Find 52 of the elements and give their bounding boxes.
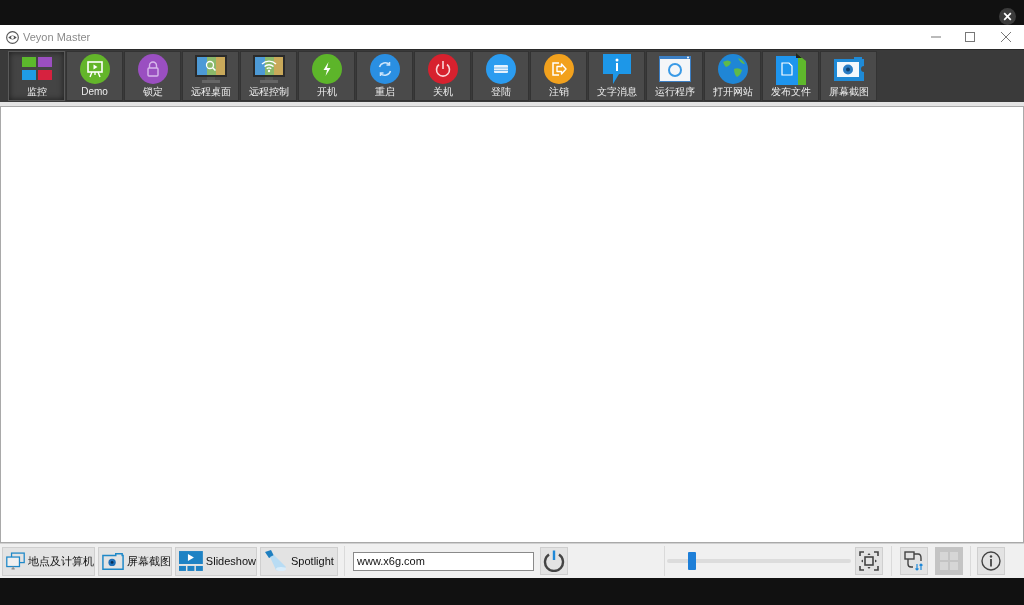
eye-camera-icon <box>102 551 124 571</box>
toolbar-button[interactable]: 关机 <box>414 51 471 101</box>
card-icon <box>485 54 516 84</box>
toolbar-button[interactable]: 屏幕截图 <box>820 51 877 101</box>
view-tool-button[interactable] <box>855 547 883 575</box>
globe-icon <box>717 54 748 84</box>
info-icon <box>981 551 1001 571</box>
power-icon <box>543 550 565 572</box>
filter-field[interactable]: www.x6g.com <box>353 551 534 571</box>
maximize-icon[interactable] <box>965 32 975 42</box>
toolbar-button[interactable]: 开机 <box>298 51 355 101</box>
toolbar-button[interactable]: 打开网站 <box>704 51 761 101</box>
window-title: Veyon Master <box>23 31 91 43</box>
arrange-icon <box>904 551 924 571</box>
toolbar-button[interactable]: 远程控制 <box>240 51 297 101</box>
monitor-wifi-icon <box>252 55 285 83</box>
toolbar-button[interactable]: 运行程序 <box>646 51 703 101</box>
toolbar-button[interactable]: 远程桌面 <box>182 51 239 101</box>
panel-button[interactable]: 地点及计算机 <box>2 546 95 576</box>
close-icon[interactable] <box>999 8 1016 25</box>
view-tool-button[interactable] <box>900 547 928 575</box>
toolbar-button[interactable]: 发布文件 <box>762 51 819 101</box>
lightning-icon <box>311 54 342 84</box>
zoom-slider[interactable] <box>667 552 851 570</box>
lock-icon <box>137 54 168 84</box>
refresh-icon <box>369 54 400 84</box>
panel-button[interactable]: Spotlight <box>260 546 338 576</box>
info-bubble-icon <box>602 54 631 84</box>
presentation-icon <box>79 54 110 84</box>
toolbar-button[interactable]: 监控 <box>8 51 65 101</box>
toolbar-button[interactable]: 登陆 <box>472 51 529 101</box>
toolbar-button[interactable]: Demo <box>66 51 123 101</box>
panel-button[interactable]: 屏幕截图 <box>98 546 172 576</box>
toolbar-button[interactable]: 锁定 <box>124 51 181 101</box>
toolbar-button[interactable]: 注销 <box>530 51 587 101</box>
fit-frame-icon <box>859 551 879 571</box>
power-icon <box>427 54 458 84</box>
monitor-magnifier-icon <box>194 55 227 83</box>
spotlight-icon <box>264 550 288 572</box>
toolbar-button[interactable]: 重启 <box>356 51 413 101</box>
power-filter-button[interactable] <box>540 547 568 575</box>
panel-button[interactable]: Slideshow <box>175 546 257 576</box>
eye-logo-icon <box>6 30 19 44</box>
document-icon <box>775 53 806 85</box>
window-ring-icon <box>658 56 691 82</box>
about-button[interactable] <box>977 547 1005 575</box>
four-tiles-icon <box>21 57 52 81</box>
slideshow-icon <box>179 551 203 571</box>
toolbar-button[interactable]: 文字消息 <box>588 51 645 101</box>
monitors-icon <box>6 550 25 572</box>
slider-thumb[interactable] <box>688 552 697 570</box>
eye-camera-icon <box>833 57 864 81</box>
